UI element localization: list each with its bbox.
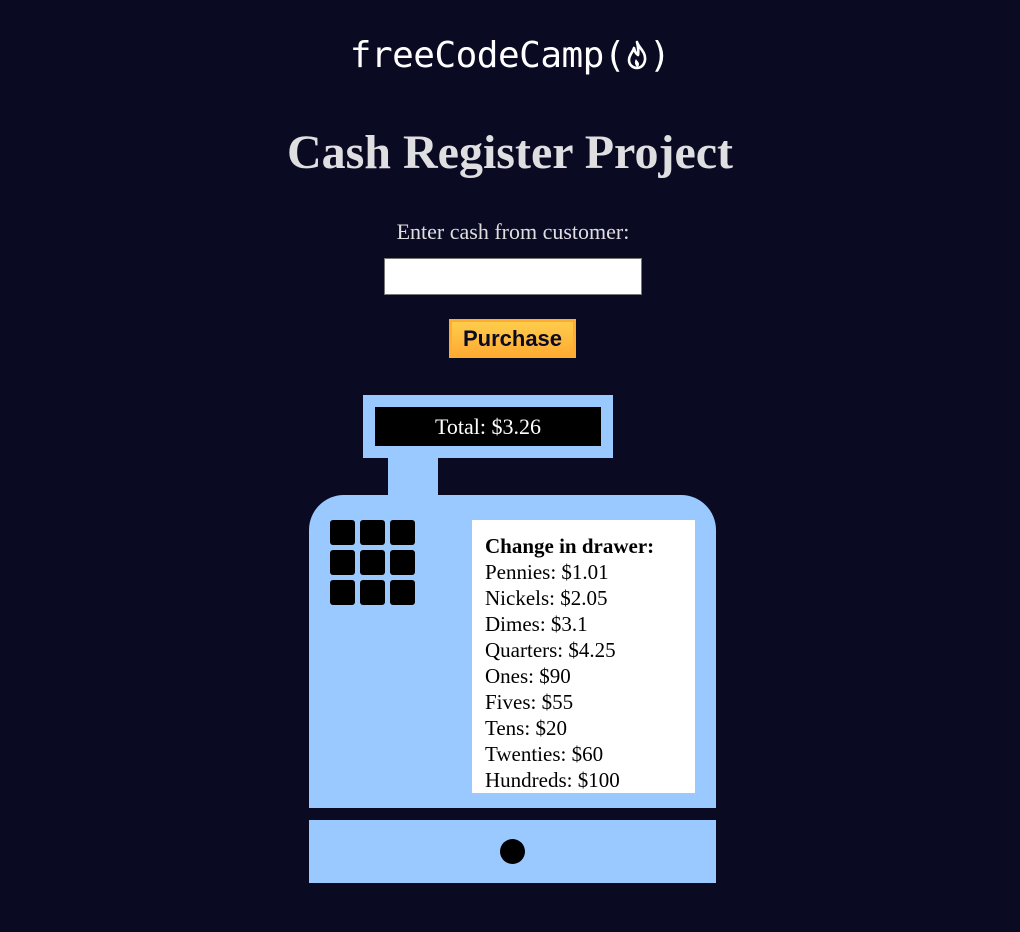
change-in-drawer-title: Change in drawer: [485, 534, 655, 558]
drawer-item-nickels: Nickels: $2.05 [485, 586, 608, 610]
keypad-key [390, 580, 415, 605]
cash-input-label: Enter cash from customer: [396, 219, 630, 244]
drawer-knob [500, 839, 525, 864]
change-in-drawer-panel: Change in drawer: Pennies: $1.01 Nickels… [472, 520, 695, 793]
total-display: Total: $3.26 [375, 407, 601, 446]
logo-close-paren: ) [649, 34, 671, 76]
drawer-item-fives: Fives: $55 [485, 690, 574, 714]
cash-input[interactable] [384, 258, 642, 295]
register-keypad [330, 520, 416, 606]
keypad-key [330, 580, 355, 605]
drawer-item-hundreds: Hundreds: $100 [485, 768, 620, 792]
drawer-item-twenties: Twenties: $60 [485, 742, 604, 766]
logo-text: freeCodeCamp [349, 34, 605, 76]
register-neck [388, 458, 438, 496]
drawer-item-quarters: Quarters: $4.25 [485, 638, 616, 662]
drawer-item-tens: Tens: $20 [485, 716, 567, 740]
keypad-key [330, 550, 355, 575]
drawer-item-ones: Ones: $90 [485, 664, 571, 688]
keypad-key [360, 580, 385, 605]
freecodecamp-logo: freeCodeCamp ( ) [0, 30, 1020, 80]
keypad-key [390, 520, 415, 545]
keypad-key [360, 550, 385, 575]
keypad-key [330, 520, 355, 545]
keypad-key [390, 550, 415, 575]
page-title: Cash Register Project [286, 126, 734, 179]
logo-open-paren: ( [603, 34, 626, 76]
drawer-item-pennies: Pennies: $1.01 [485, 560, 609, 584]
keypad-key [360, 520, 385, 545]
flame-icon [627, 40, 647, 70]
drawer-item-dimes: Dimes: $3.1 [485, 612, 588, 636]
purchase-button[interactable]: Purchase [449, 319, 576, 358]
